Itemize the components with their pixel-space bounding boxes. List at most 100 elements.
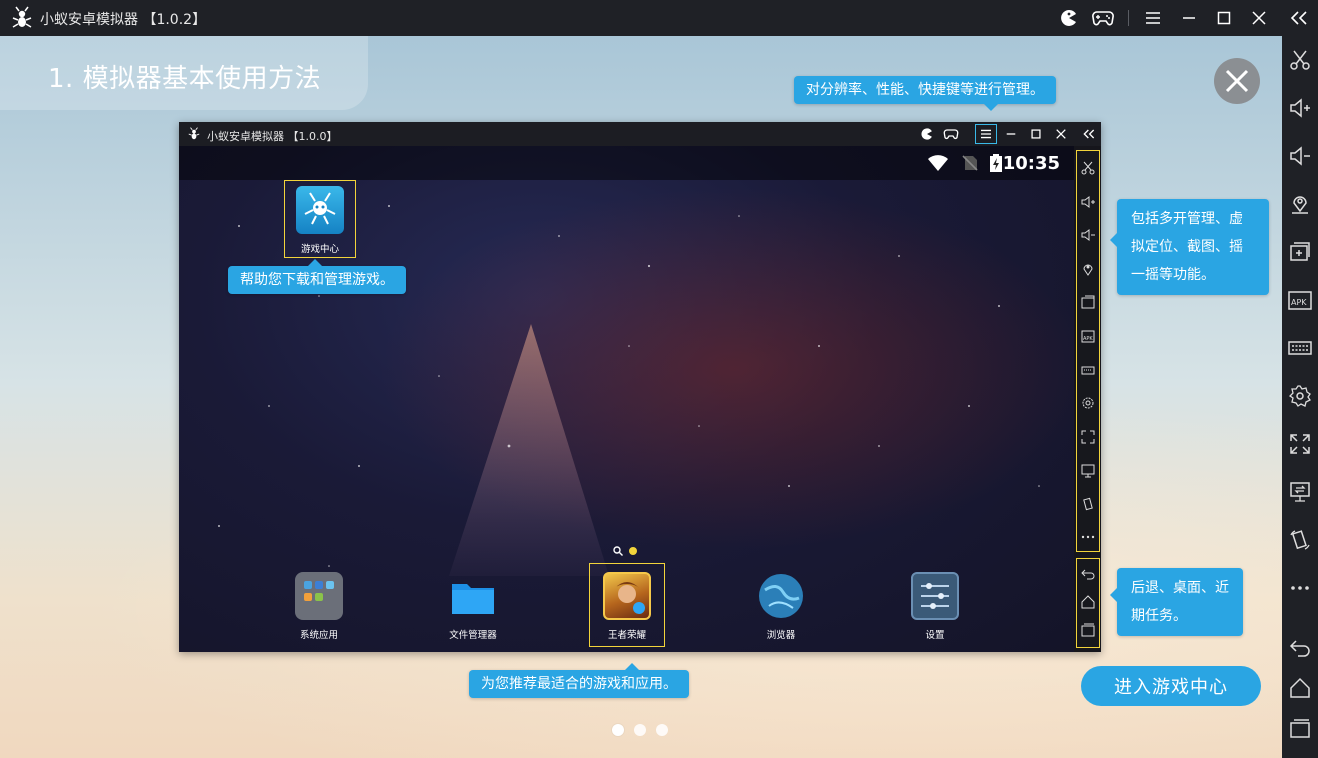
volume-down-icon[interactable] [1286, 142, 1314, 170]
callout-recommend: 为您推荐最适合的游戏和应用。 [469, 663, 689, 698]
inner-pacman-icon [917, 124, 937, 144]
window-titlebar: 小蚁安卓模拟器 【1.0.2】 [0, 0, 1318, 36]
inner-gamepad-icon [941, 124, 961, 144]
collapse-icon[interactable] [1286, 5, 1312, 31]
close-x-icon [1225, 69, 1249, 93]
volume-up-icon[interactable] [1286, 94, 1314, 122]
inner-side-toolbar: APK [1076, 150, 1100, 552]
callout-sidebar: 包括多开管理、虚拟定位、截图、摇一摇等功能。 [1110, 199, 1269, 295]
titlebar-separator [1128, 10, 1129, 26]
inner-home-icon [1079, 593, 1097, 611]
dock-search-icon [613, 546, 623, 556]
keyboard-icon[interactable] [1286, 334, 1314, 362]
browser-globe-icon [757, 572, 805, 620]
location-icon[interactable] [1286, 190, 1314, 218]
dock-app-wzry: 王者荣耀 [591, 572, 663, 641]
tutorial-close-button[interactable] [1214, 58, 1260, 104]
dock-label-wzry: 王者荣耀 [607, 630, 646, 641]
svg-text:APK: APK [1083, 336, 1093, 342]
home-icon[interactable] [1286, 674, 1314, 702]
minimize-icon[interactable] [1176, 5, 1202, 31]
dock-app-files: 文件管理器 [437, 572, 509, 641]
pager-dot-2[interactable] [634, 724, 646, 736]
tutorial-heading: 1. 模拟器基本使用方法 [48, 64, 322, 94]
dock-app-settings: 设置 [899, 572, 971, 641]
inner-more-icon [1079, 528, 1097, 546]
inner-close-icon [1051, 124, 1071, 144]
inner-apk-icon: APK [1079, 327, 1097, 345]
inner-minimize-icon [1001, 124, 1021, 144]
tutorial-overlay: 1. 模拟器基本使用方法 对分辨率、性能、快捷键等进行管理。 小蚁安卓模拟器 【… [0, 36, 1282, 758]
inner-ant-logo-icon [188, 127, 200, 140]
enter-game-center-button[interactable]: 进入游戏中心 [1081, 666, 1261, 706]
recent-icon[interactable] [1286, 714, 1314, 742]
inner-collapse-icon [1079, 124, 1099, 144]
callout-game-center-text: 帮助您下载和管理游戏。 [240, 272, 394, 288]
emulator-preview: 小蚁安卓模拟器 【1.0.0】 10:35 游戏中心 系统应用 文件管理器 王者… [179, 122, 1101, 652]
close-icon[interactable] [1246, 5, 1272, 31]
inner-location-icon [1079, 260, 1097, 278]
pager-dot-3[interactable] [656, 724, 668, 736]
callout-game-center: 帮助您下载和管理游戏。 [228, 259, 406, 294]
pacman-icon[interactable] [1056, 5, 1082, 31]
tutorial-pager [612, 724, 668, 736]
scissors-icon[interactable] [1286, 46, 1314, 74]
no-sim-icon [962, 155, 978, 171]
gamepad-icon[interactable] [1090, 5, 1116, 31]
file-manager-icon [449, 572, 497, 620]
callout-nav: 后退、桌面、近期任务。 [1110, 568, 1243, 636]
right-sidebar: APK [1282, 36, 1318, 758]
callout-recommend-text: 为您推荐最适合的游戏和应用。 [481, 676, 677, 692]
inner-back-icon [1079, 565, 1097, 583]
callout-settings-text: 对分辨率、性能、快捷键等进行管理。 [806, 82, 1044, 98]
callout-sidebar-text: 包括多开管理、虚拟定位、截图、摇一摇等功能。 [1131, 211, 1243, 283]
inner-settings-icon [1079, 394, 1097, 412]
android-screen: 10:35 游戏中心 系统应用 文件管理器 王者荣耀 浏览器 设置 [179, 146, 1074, 652]
back-icon[interactable] [1286, 634, 1314, 662]
inner-menu-icon [975, 124, 997, 144]
android-status-bar: 10:35 [179, 146, 1074, 180]
dock-label-system: 系统应用 [299, 630, 338, 641]
status-time: 10:35 [1002, 153, 1060, 174]
ant-logo-icon [12, 6, 32, 28]
game-center-label: 游戏中心 [300, 244, 339, 255]
inner-nav-toolbar [1076, 558, 1100, 648]
multi-instance-icon[interactable] [1286, 238, 1314, 266]
pager-dot-1[interactable] [612, 724, 624, 736]
inner-maximize-icon [1026, 124, 1046, 144]
more-icon[interactable] [1286, 574, 1314, 602]
settings-sliders-icon [911, 572, 959, 620]
system-apps-folder-icon [295, 572, 343, 620]
fullscreen-icon[interactable] [1286, 430, 1314, 458]
inner-fullscreen-icon [1079, 428, 1097, 446]
wzry-game-icon [603, 572, 651, 620]
screen-share-icon[interactable] [1286, 478, 1314, 506]
rotate-icon[interactable] [1286, 526, 1314, 554]
callout-settings: 对分辨率、性能、快捷键等进行管理。 [794, 76, 1056, 111]
menu-icon[interactable] [1140, 5, 1166, 31]
apk-icon[interactable]: APK [1286, 286, 1314, 314]
battery-charging-icon [990, 154, 1002, 172]
window-title: 小蚁安卓模拟器 【1.0.2】 [40, 12, 207, 28]
dock-app-browser: 浏览器 [745, 572, 817, 641]
desktop-app-game-center: 游戏中心 [284, 186, 356, 255]
inner-screen-share-icon [1079, 462, 1097, 480]
maximize-icon[interactable] [1211, 5, 1237, 31]
settings-icon[interactable] [1286, 382, 1314, 410]
inner-rotate-icon [1079, 495, 1097, 513]
inner-title: 小蚁安卓模拟器 【1.0.0】 [207, 130, 338, 143]
wifi-icon [928, 155, 948, 171]
inner-titlebar: 小蚁安卓模拟器 【1.0.0】 [179, 122, 1101, 146]
dock-label-browser: 浏览器 [766, 630, 796, 641]
callout-nav-text: 后退、桌面、近期任务。 [1131, 580, 1229, 624]
inner-scissors-icon [1079, 159, 1097, 177]
inner-volume-up-icon [1079, 193, 1097, 211]
inner-recent-icon [1079, 621, 1097, 639]
dock-page-indicator [613, 546, 637, 556]
dock-label-settings: 设置 [925, 630, 945, 641]
svg-text:APK: APK [1291, 298, 1307, 307]
dock-label-files: 文件管理器 [449, 630, 497, 641]
inner-keyboard-icon [1079, 361, 1097, 379]
game-center-icon [296, 186, 344, 234]
dock-app-system: 系统应用 [283, 572, 355, 641]
